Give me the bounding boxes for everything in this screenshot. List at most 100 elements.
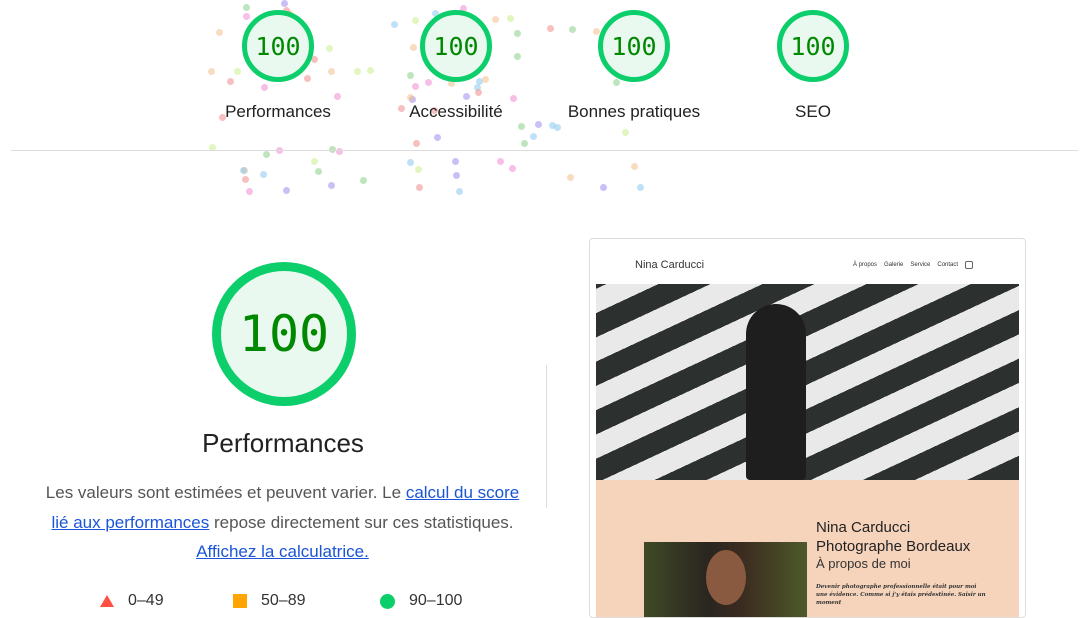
confetti-dot	[412, 17, 420, 25]
performance-score-gauge: 100	[212, 262, 356, 406]
confetti-dot	[497, 157, 505, 165]
gauge-accessibility[interactable]: 100	[420, 10, 492, 82]
page-screenshot[interactable]: Nina Carducci À propos Galerie Service C…	[589, 238, 1026, 618]
confetti-dot	[314, 167, 322, 175]
confetti-dot	[455, 188, 463, 196]
desc-text: repose directement sur ces statistiques.	[209, 512, 514, 532]
confetti-dot	[243, 12, 251, 20]
triangle-icon	[100, 595, 114, 607]
legend-pass: 90–100	[380, 592, 462, 610]
confetti-dot	[424, 78, 432, 86]
confetti-dot	[509, 94, 517, 102]
confetti-dot	[234, 67, 242, 75]
confetti-dot	[612, 78, 620, 86]
confetti-dot	[412, 83, 420, 91]
heading-line: Nina Carducci	[816, 519, 911, 536]
about-subheading: À propos de moi	[816, 556, 911, 571]
confetti-dot	[333, 92, 341, 100]
legend-average: 50–89	[233, 592, 306, 610]
confetti-dot	[530, 132, 538, 140]
about-heading: Nina Carducci Photographe Bordeaux	[816, 518, 970, 556]
confetti-dot	[208, 68, 216, 76]
confetti-dot	[407, 71, 415, 79]
gauge-label-performances: Performances	[225, 102, 331, 121]
confetti-dot	[462, 92, 470, 100]
site-name: Nina Carducci	[635, 259, 705, 271]
confetti-dot	[327, 181, 335, 189]
confetti-dot	[303, 74, 311, 82]
confetti-dot	[216, 29, 224, 37]
confetti-dot	[482, 76, 490, 84]
heading-line: Photographe Bordeaux	[816, 538, 971, 555]
instagram-icon	[965, 261, 974, 269]
performance-title: Performances	[202, 428, 364, 458]
confetti-dot	[636, 184, 644, 192]
confetti-dot	[283, 187, 291, 195]
confetti-dot	[508, 165, 516, 173]
site-nav: À propos Galerie Service Contact	[853, 261, 974, 269]
nav-item: Contact	[937, 262, 959, 268]
confetti-dot	[226, 78, 234, 86]
confetti-dot	[260, 84, 268, 92]
gauge-best-practices[interactable]: 100	[598, 10, 670, 82]
hero-image	[596, 284, 1019, 480]
confetti-dot	[310, 157, 318, 165]
confetti-dot	[260, 170, 268, 178]
confetti-dot	[452, 157, 460, 165]
confetti-dot	[241, 175, 249, 183]
confetti-dot	[514, 30, 522, 38]
nav-item: Galerie	[884, 262, 904, 268]
legend-fail-label: 0–49	[128, 592, 164, 609]
confetti-dot	[414, 165, 422, 173]
confetti-dot	[412, 140, 420, 148]
gauge-label-best-practices: Bonnes pratiques	[567, 102, 701, 121]
confetti-dot	[621, 128, 629, 136]
confetti-dot	[599, 183, 607, 191]
nav-item: Service	[910, 262, 931, 268]
gauge-seo[interactable]: 100	[777, 10, 849, 82]
confetti-dot	[353, 67, 361, 75]
confetti-dot	[360, 176, 368, 184]
confetti-dot	[366, 66, 374, 74]
confetti-dot	[592, 27, 600, 35]
confetti-dot	[514, 53, 522, 61]
confetti-dot	[280, 0, 288, 8]
confetti-dot	[534, 121, 542, 129]
person-figure	[746, 304, 806, 480]
confetti-dot	[520, 140, 528, 148]
confetti-dot	[548, 121, 556, 129]
confetti-dot	[433, 133, 441, 141]
desc-text: Les valeurs sont estimées et peuvent var…	[45, 483, 406, 502]
confetti-dot	[546, 25, 554, 33]
face	[706, 550, 746, 605]
about-paragraph: Devenir photographe professionnelle étai…	[816, 584, 986, 606]
gauge-label-accessibility: Accessibilité	[409, 102, 503, 121]
confetti-dot	[507, 14, 515, 22]
confetti-dot	[246, 188, 254, 196]
header-divider	[11, 150, 1078, 151]
confetti-dot	[567, 173, 575, 181]
confetti-dot	[453, 172, 461, 180]
about-section: Nina Carducci Photographe Bordeaux À prop…	[596, 480, 1019, 617]
confetti-dot	[415, 183, 423, 191]
square-icon	[233, 594, 247, 608]
confetti-dot	[518, 122, 526, 130]
confetti-dot	[390, 20, 398, 28]
confetti-dot	[475, 89, 483, 97]
gauge-performances[interactable]: 100	[242, 10, 314, 82]
portrait-image	[644, 542, 807, 617]
confetti-dot	[326, 44, 334, 52]
gauge-label-seo: SEO	[795, 102, 831, 121]
confetti-dot	[242, 3, 250, 11]
nav-item: À propos	[853, 262, 878, 268]
calculator-link[interactable]: Affichez la calculatrice.	[196, 542, 369, 561]
performance-description: Les valeurs sont estimées et peuvent var…	[45, 478, 520, 567]
confetti-dot	[262, 150, 270, 158]
confetti-dot	[406, 159, 414, 167]
confetti-dot	[406, 94, 414, 102]
confetti-dot	[410, 44, 417, 52]
legend-fail: 0–49	[100, 592, 164, 610]
confetti-dot	[328, 68, 336, 76]
confetti-dot	[568, 25, 576, 33]
legend-pass-label: 90–100	[409, 592, 463, 609]
